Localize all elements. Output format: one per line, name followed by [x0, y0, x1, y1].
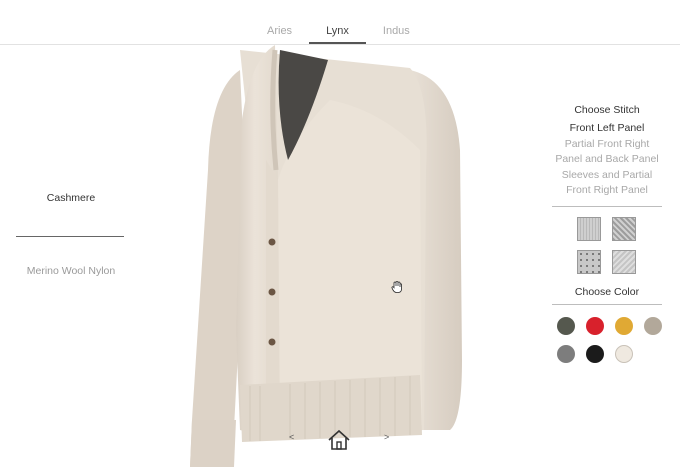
stitch-divider	[552, 205, 662, 207]
stitch-option-panel-and-back-panel[interactable]: Panel and Back Panel	[552, 152, 662, 168]
stitch-swatch-cable[interactable]	[611, 216, 636, 241]
color-swatch[interactable]	[586, 316, 604, 335]
stitch-swatch-rib[interactable]	[611, 249, 636, 274]
stitch-option-sleeves-and-partial[interactable]: Sleeves and Partial	[552, 168, 662, 184]
material-divider	[16, 236, 124, 237]
tab-aries[interactable]: Aries	[255, 0, 309, 44]
top-tab-bar: Aries Lynx Indus	[0, 0, 680, 45]
tab-indus[interactable]: Indus	[366, 0, 427, 44]
material-panel: Cashmere Merino Wool Nylon	[16, 192, 126, 277]
stitch-option-front-left-panel[interactable]: Front Left Panel	[552, 121, 662, 137]
color-swatch[interactable]	[615, 344, 633, 363]
stitch-swatch-jersey[interactable]	[576, 216, 601, 241]
choose-color-title: Choose Color	[574, 285, 640, 298]
prev-arrow[interactable]: <	[289, 432, 294, 442]
options-panel: Choose Stitch Front Left Panel Partial F…	[552, 104, 662, 363]
cardigan-preview-image[interactable]	[180, 30, 480, 467]
color-swatch[interactable]	[586, 344, 604, 363]
choose-stitch-title: Choose Stitch	[574, 104, 640, 116]
tab-lynx[interactable]: Lynx	[309, 0, 366, 44]
stitch-option-partial-front-right[interactable]: Partial Front Right	[552, 137, 662, 153]
home-icon[interactable]	[326, 428, 352, 452]
stitch-option-front-right-panel[interactable]: Front Right Panel	[552, 183, 662, 199]
color-swatch[interactable]	[644, 316, 662, 335]
color-divider	[552, 303, 662, 305]
stitch-swatch-pattern[interactable]	[576, 249, 601, 274]
hand-cursor-icon	[391, 281, 402, 293]
next-arrow[interactable]: >	[384, 432, 389, 442]
material-merino-wool-nylon[interactable]: Merino Wool Nylon	[16, 265, 126, 277]
color-swatch[interactable]	[557, 316, 575, 335]
color-swatch[interactable]	[615, 316, 633, 335]
product-tabs: Aries Lynx Indus	[255, 0, 427, 44]
material-cashmere[interactable]: Cashmere	[16, 192, 126, 204]
color-swatch-grid	[557, 316, 662, 363]
color-swatch[interactable]	[557, 344, 575, 363]
stitch-swatch-grid	[576, 216, 638, 274]
